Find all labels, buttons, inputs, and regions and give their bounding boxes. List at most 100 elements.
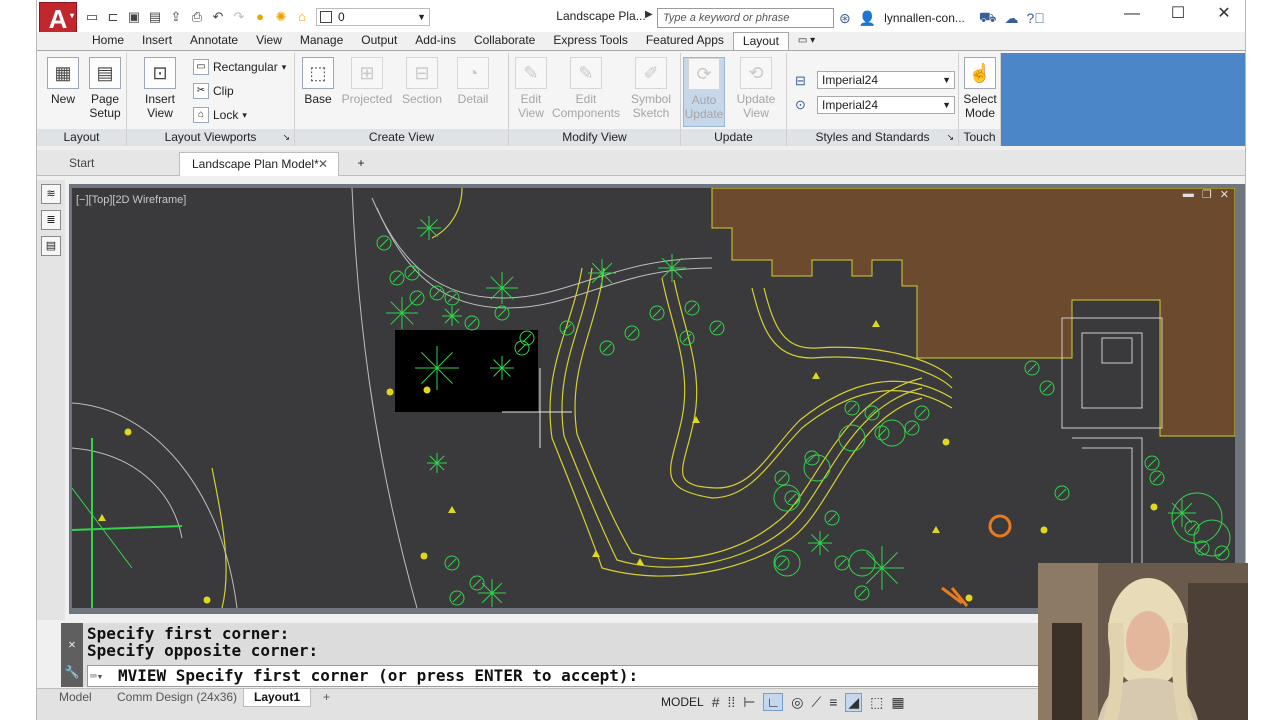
left-palette: ≋ ≣ ▤: [37, 180, 65, 620]
ribbon-tab-output[interactable]: Output: [352, 32, 406, 50]
command-history-line-2: Specify opposite corner:: [87, 641, 319, 660]
drawing-canvas[interactable]: [−][Top][2D Wireframe] ▬ ❐ ✕: [72, 188, 1235, 608]
select-mode-button[interactable]: ☝ Select Mode: [961, 57, 999, 120]
tree-symbol-ray: [401, 301, 414, 314]
dialog-launcher-icon[interactable]: ↘: [946, 129, 954, 146]
minimize-button[interactable]: —: [1109, 0, 1155, 30]
close-tab-icon[interactable]: ✕: [318, 153, 328, 175]
ribbon-tab-add-ins[interactable]: Add-ins: [406, 32, 465, 50]
search-input[interactable]: Type a keyword or phrase: [657, 8, 834, 28]
ribbon-tab-home[interactable]: Home: [83, 32, 133, 50]
layer-bulb-icon[interactable]: ●: [251, 8, 269, 26]
layer-dropdown[interactable]: 0 ▼: [316, 8, 430, 26]
save-as-icon[interactable]: ▤: [146, 8, 164, 26]
edit-view-button[interactable]: ✎ Edit View: [513, 57, 549, 120]
page-setup-button[interactable]: ▤ Page Setup: [85, 57, 125, 120]
ribbon-options-icon[interactable]: ▭ ▾: [789, 32, 824, 50]
layer-sun-icon[interactable]: ✺: [272, 8, 290, 26]
clip-button[interactable]: ✂ Clip: [193, 83, 234, 99]
viewport-close-icon[interactable]: ✕: [1220, 188, 1229, 201]
update-view-button[interactable]: ⟲ Update View: [733, 57, 779, 120]
selection-cycling-icon[interactable]: ⬚: [870, 694, 883, 711]
polar-icon[interactable]: ◎: [791, 694, 803, 711]
undo-icon[interactable]: ↶: [209, 8, 227, 26]
detail-view-button[interactable]: ◔ Detail: [451, 57, 495, 106]
section-view-button[interactable]: ⊟ Section: [399, 57, 445, 106]
osnap-icon[interactable]: ⟋: [811, 694, 821, 711]
model-space-toggle[interactable]: MODEL: [661, 695, 704, 709]
ribbon-tab-view[interactable]: View: [247, 32, 291, 50]
snap-icon[interactable]: ⁞⁞: [727, 694, 735, 710]
panel-update: ⟳ Auto Update ⟲ Update View Update: [681, 53, 787, 146]
command-prompt-icon[interactable]: ⌨▾: [90, 667, 103, 687]
help-icon[interactable]: ?⃝: [1027, 10, 1045, 26]
search-expand-icon[interactable]: ▶: [645, 9, 653, 20]
open-icon[interactable]: ⊏: [104, 8, 122, 26]
command-line-grip[interactable]: ✕ 🔧: [61, 623, 83, 687]
a360-icon[interactable]: ☁: [1005, 10, 1019, 27]
binoculars-icon[interactable]: ⊛: [839, 10, 851, 27]
ribbon-tab-insert[interactable]: Insert: [133, 32, 181, 50]
new-icon[interactable]: ▭: [83, 8, 101, 26]
web-mobile-icon[interactable]: ⇪: [167, 8, 185, 26]
ribbon-tab-annotate[interactable]: Annotate: [181, 32, 247, 50]
viewport-minimize-icon[interactable]: ▬: [1183, 188, 1194, 201]
add-layout-button[interactable]: +: [313, 689, 340, 707]
auto-update-button[interactable]: ⟳ Auto Update: [683, 57, 725, 127]
viewport-restore-icon[interactable]: ❐: [1202, 188, 1212, 201]
rectangular-button[interactable]: ▭ Rectangular ▾: [193, 59, 286, 75]
spot-marker: [124, 428, 132, 436]
command-history-line-1: Specify first corner:: [87, 624, 290, 643]
section-style-dropdown[interactable]: Imperial24 ▼: [817, 96, 955, 114]
lock-button[interactable]: ⌂ Lock ▾: [193, 107, 247, 123]
properties-icon[interactable]: ▤: [41, 236, 61, 256]
user-icon[interactable]: 👤: [859, 10, 876, 27]
projected-view-button[interactable]: ⊞ Projected: [341, 57, 393, 106]
ribbon-tab-layout[interactable]: Layout: [732, 32, 789, 50]
symbol-sketch-button[interactable]: ✐ Symbol Sketch: [627, 57, 675, 120]
layer-lock-icon[interactable]: ⌂: [293, 8, 311, 26]
edit-view-icon: ✎: [515, 57, 547, 89]
dialog-launcher-icon[interactable]: ↘: [282, 129, 290, 146]
ribbon-tab-collaborate[interactable]: Collaborate: [465, 32, 544, 50]
new-tab-button[interactable]: +: [349, 152, 373, 176]
annotation-monitor-icon[interactable]: ▦: [891, 694, 904, 711]
ortho-icon[interactable]: ∟: [763, 693, 784, 711]
tree-symbol-ray: [819, 534, 829, 544]
layout-tab-layout1[interactable]: Layout1: [243, 689, 312, 707]
start-tab[interactable]: Start: [57, 152, 177, 176]
user-name[interactable]: lynnallen-con...: [884, 11, 965, 25]
save-icon[interactable]: ▣: [125, 8, 143, 26]
shrub-symbol-mark: [712, 323, 722, 333]
active-drawing-tab[interactable]: Landscape Plan Model* ✕: [179, 152, 339, 176]
ribbon-tab-manage[interactable]: Manage: [291, 32, 352, 50]
landscape-plan-drawing: [72, 188, 1235, 608]
isodraft-icon[interactable]: ◢: [845, 692, 863, 712]
application-menu-button[interactable]: A ▾: [39, 2, 77, 34]
layout-tab-comm-design[interactable]: Comm Design (24x36): [107, 689, 247, 707]
insert-view-button[interactable]: ⊡ Insert View: [131, 57, 189, 120]
layout-tab-model[interactable]: Model: [49, 689, 102, 707]
command-input[interactable]: ⌨▾ MVIEW Specify first corner (or press …: [87, 665, 1067, 687]
tree-symbol-ray: [491, 582, 503, 594]
infer-icon[interactable]: ⊢: [743, 694, 755, 711]
ribbon-tab-featured-apps[interactable]: Featured Apps: [637, 32, 733, 50]
base-view-button[interactable]: ⬚ Base: [299, 57, 337, 106]
layers-icon[interactable]: ≣: [41, 210, 61, 230]
layer-properties-icon[interactable]: ≋: [41, 184, 61, 204]
ribbon-tab-express-tools[interactable]: Express Tools: [544, 32, 636, 50]
grid-icon[interactable]: #: [712, 694, 720, 710]
maximize-button[interactable]: ☐: [1155, 0, 1201, 30]
shrub-symbol-mark: [602, 343, 612, 353]
plot-icon[interactable]: ⎙: [188, 8, 206, 26]
close-button[interactable]: ✕: [1201, 0, 1245, 30]
new-layout-button[interactable]: ▦ New: [45, 57, 81, 106]
panel-title-create-view: Create View: [295, 129, 508, 146]
viewport-label[interactable]: [−][Top][2D Wireframe]: [76, 194, 186, 206]
view-style-dropdown[interactable]: Imperial24 ▼: [817, 71, 955, 89]
edit-components-button[interactable]: ✎ Edit Components: [551, 57, 621, 120]
redo-icon[interactable]: ↷: [230, 8, 248, 26]
lineweight-icon[interactable]: ≡: [829, 694, 837, 710]
cart-icon[interactable]: ⛟: [979, 9, 997, 28]
command-line-window: ✕ 🔧 Specify first corner: Specify opposit…: [61, 623, 1067, 687]
